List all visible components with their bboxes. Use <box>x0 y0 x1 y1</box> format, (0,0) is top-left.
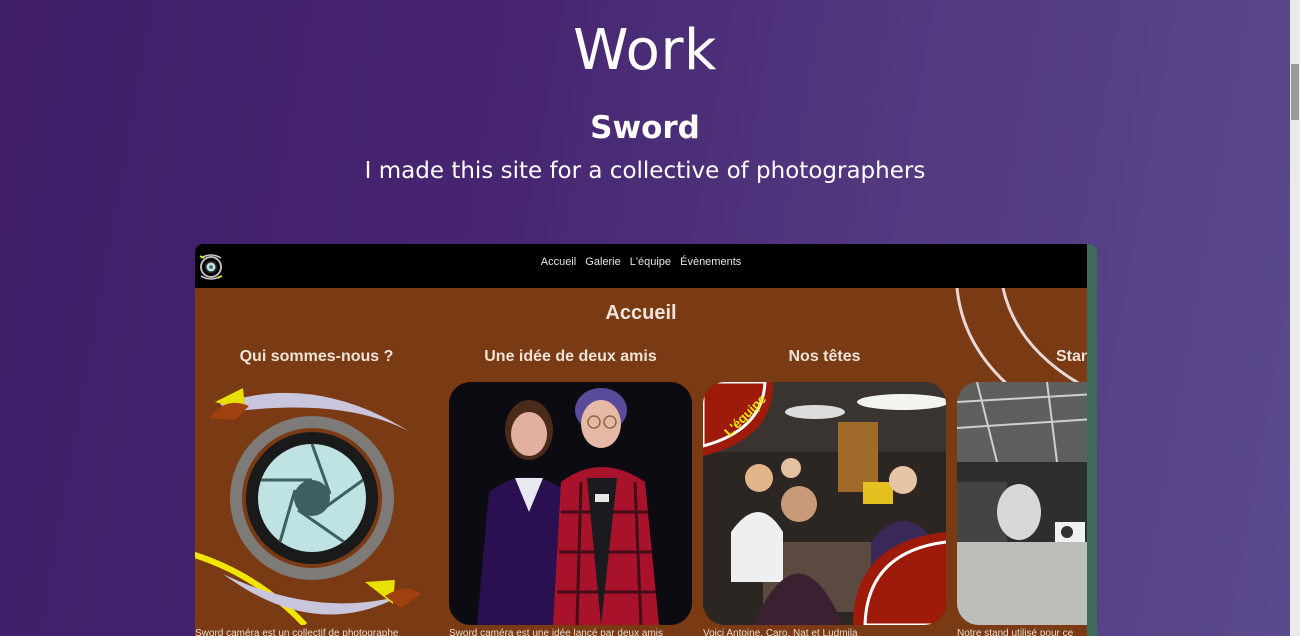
preview-site: Accueil Galerie L'équipe Évènements Accu… <box>195 244 1087 636</box>
card-caption: Sword caméra est une idée lancé par deux… <box>449 628 664 636</box>
preview-navbar: Accueil Galerie L'équipe Évènements <box>195 244 1087 288</box>
preview-nav-galerie[interactable]: Galerie <box>585 256 620 268</box>
card-title: Stand <box>1056 348 1087 365</box>
card-title: Qui sommes-nous ? <box>239 348 394 365</box>
preview-card-idea: Une idée de deux amis Sword caméra est u… <box>449 348 692 636</box>
card-title: Une idée de deux amis <box>484 348 657 365</box>
project-title: Sword <box>590 110 700 146</box>
preview-card-stand: Stand <box>957 348 1087 636</box>
team-photo-icon: L'équipe <box>703 382 946 625</box>
card-title: Nos têtes <box>788 348 861 365</box>
preview-nav-equipe[interactable]: L'équipe <box>630 256 671 268</box>
card-caption: Notre stand utilisé pour ce <box>957 628 1074 636</box>
aperture-icon <box>195 388 421 625</box>
preview-heading: Accueil <box>605 302 677 324</box>
two-friends-photo-icon <box>449 382 692 625</box>
project-description: I made this site for a collective of pho… <box>364 158 926 184</box>
card-caption: Sword caméra est un collectif de photogr… <box>195 628 399 636</box>
preview-nav-menu: Accueil Galerie L'équipe Évènements <box>195 256 1087 268</box>
stand-photo <box>957 382 1087 625</box>
scrollbar-thumb[interactable] <box>1291 64 1299 120</box>
two-friends-photo <box>449 382 692 625</box>
team-photo: L'équipe <box>703 382 946 625</box>
aperture-logo-image <box>195 382 438 625</box>
project-preview[interactable]: Accueil Galerie L'équipe Évènements Accu… <box>195 244 1097 636</box>
preview-nav-evenements[interactable]: Évènements <box>680 256 741 268</box>
preview-nav-accueil[interactable]: Accueil <box>541 256 576 268</box>
card-caption: Voici Antoine, Caro, Nat et Ludmila <box>703 628 858 636</box>
preview-card-team: Nos têtes L'équipe Voici Antoine, Caro, … <box>703 348 946 636</box>
preview-card-about: Qui sommes-nous ? Sword caméra est un co… <box>195 348 438 636</box>
page-title: Work <box>573 18 717 83</box>
stand-photo-icon <box>957 382 1087 625</box>
